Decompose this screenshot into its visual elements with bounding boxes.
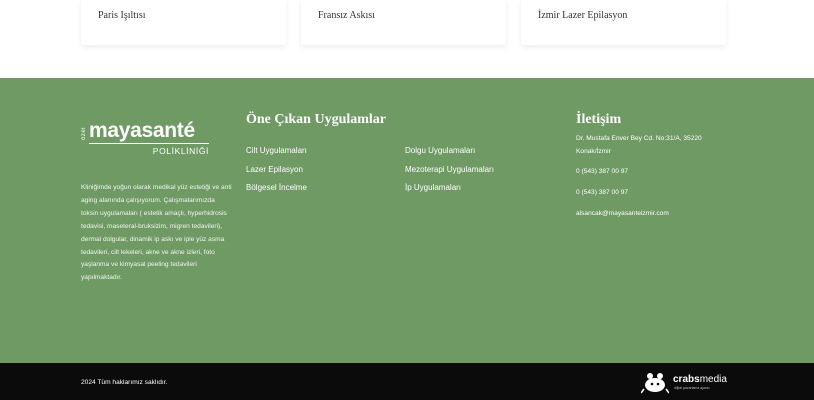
site-footer: özel mayasanté POLİKLİNİĞİ Kliniğimde yo…: [0, 78, 814, 363]
card-title[interactable]: Paris Işıltısı: [98, 10, 146, 21]
link-ip-uygulamalari[interactable]: İp Uygulamaları: [405, 183, 461, 192]
card-izmir-lazer-epilasyon[interactable]: İzmir Lazer Epilasyon: [521, 0, 726, 45]
link-dolgu-uygulamalari[interactable]: Dolgu Uygulamaları: [405, 146, 475, 155]
contact-phone-1[interactable]: 0 (543) 387 00 97: [576, 166, 628, 177]
link-cilt-uygulamalari[interactable]: Cilt Uygulamaları: [246, 146, 307, 155]
crabsmedia-wordmark: crabsmedia: [673, 374, 727, 385]
crab-icon: [641, 373, 669, 394]
card-paris-isiltisi[interactable]: Paris Işıltısı: [81, 0, 286, 45]
featured-apps-title: Öne Çıkan Uygulamlar: [246, 112, 387, 127]
crabsmedia-logo[interactable]: crabsmedia dijital pazarlama ajansı: [641, 369, 731, 395]
copyright-bar: 2024 Tüm haklarımız saklıdır. crabsmedia…: [0, 363, 814, 400]
contact-email[interactable]: alsancak@mayasanteizmir.com: [576, 208, 669, 219]
link-mezoterapi-uygulamalari[interactable]: Mezoterapi Uygulamaları: [405, 165, 494, 174]
logo-ozel-text: özel: [81, 127, 87, 141]
logo-poliklinigi-text: POLİKLİNİĞİ: [152, 146, 209, 156]
copyright-text: 2024 Tüm haklarımız saklıdır.: [81, 379, 168, 386]
card-title[interactable]: İzmir Lazer Epilasyon: [538, 10, 627, 21]
card-fransiz-askisi[interactable]: Fransız Askısı: [301, 0, 506, 45]
card-title[interactable]: Fransız Askısı: [318, 10, 375, 21]
mayasante-logo[interactable]: özel mayasanté POLİKLİNİĞİ: [81, 119, 211, 157]
contact-phone-2[interactable]: 0 (543) 387 00 97: [576, 187, 628, 198]
contact-address-line2: Konak/İzmir: [576, 148, 611, 155]
logo-divider: [89, 143, 209, 144]
logo-brand-text: mayasanté: [89, 119, 195, 142]
contact-title: İletişim: [576, 112, 622, 127]
crabsmedia-tagline: dijital pazarlama ajansı: [674, 386, 710, 390]
clinic-about-text: Kliniğimde yoğun olarak medikal yüz este…: [81, 184, 232, 282]
link-lazer-epilasyon[interactable]: Lazer Epilasyon: [246, 165, 303, 174]
related-cards-strip: Paris Işıltısı Fransız Askısı İzmir Laze…: [0, 0, 814, 78]
link-bolgesel-incelme[interactable]: Bölgesel İncelme: [246, 183, 307, 192]
contact-address-line1: Dr. Mustafa Enver Bey Cd. No:31/A, 35220: [576, 135, 702, 142]
